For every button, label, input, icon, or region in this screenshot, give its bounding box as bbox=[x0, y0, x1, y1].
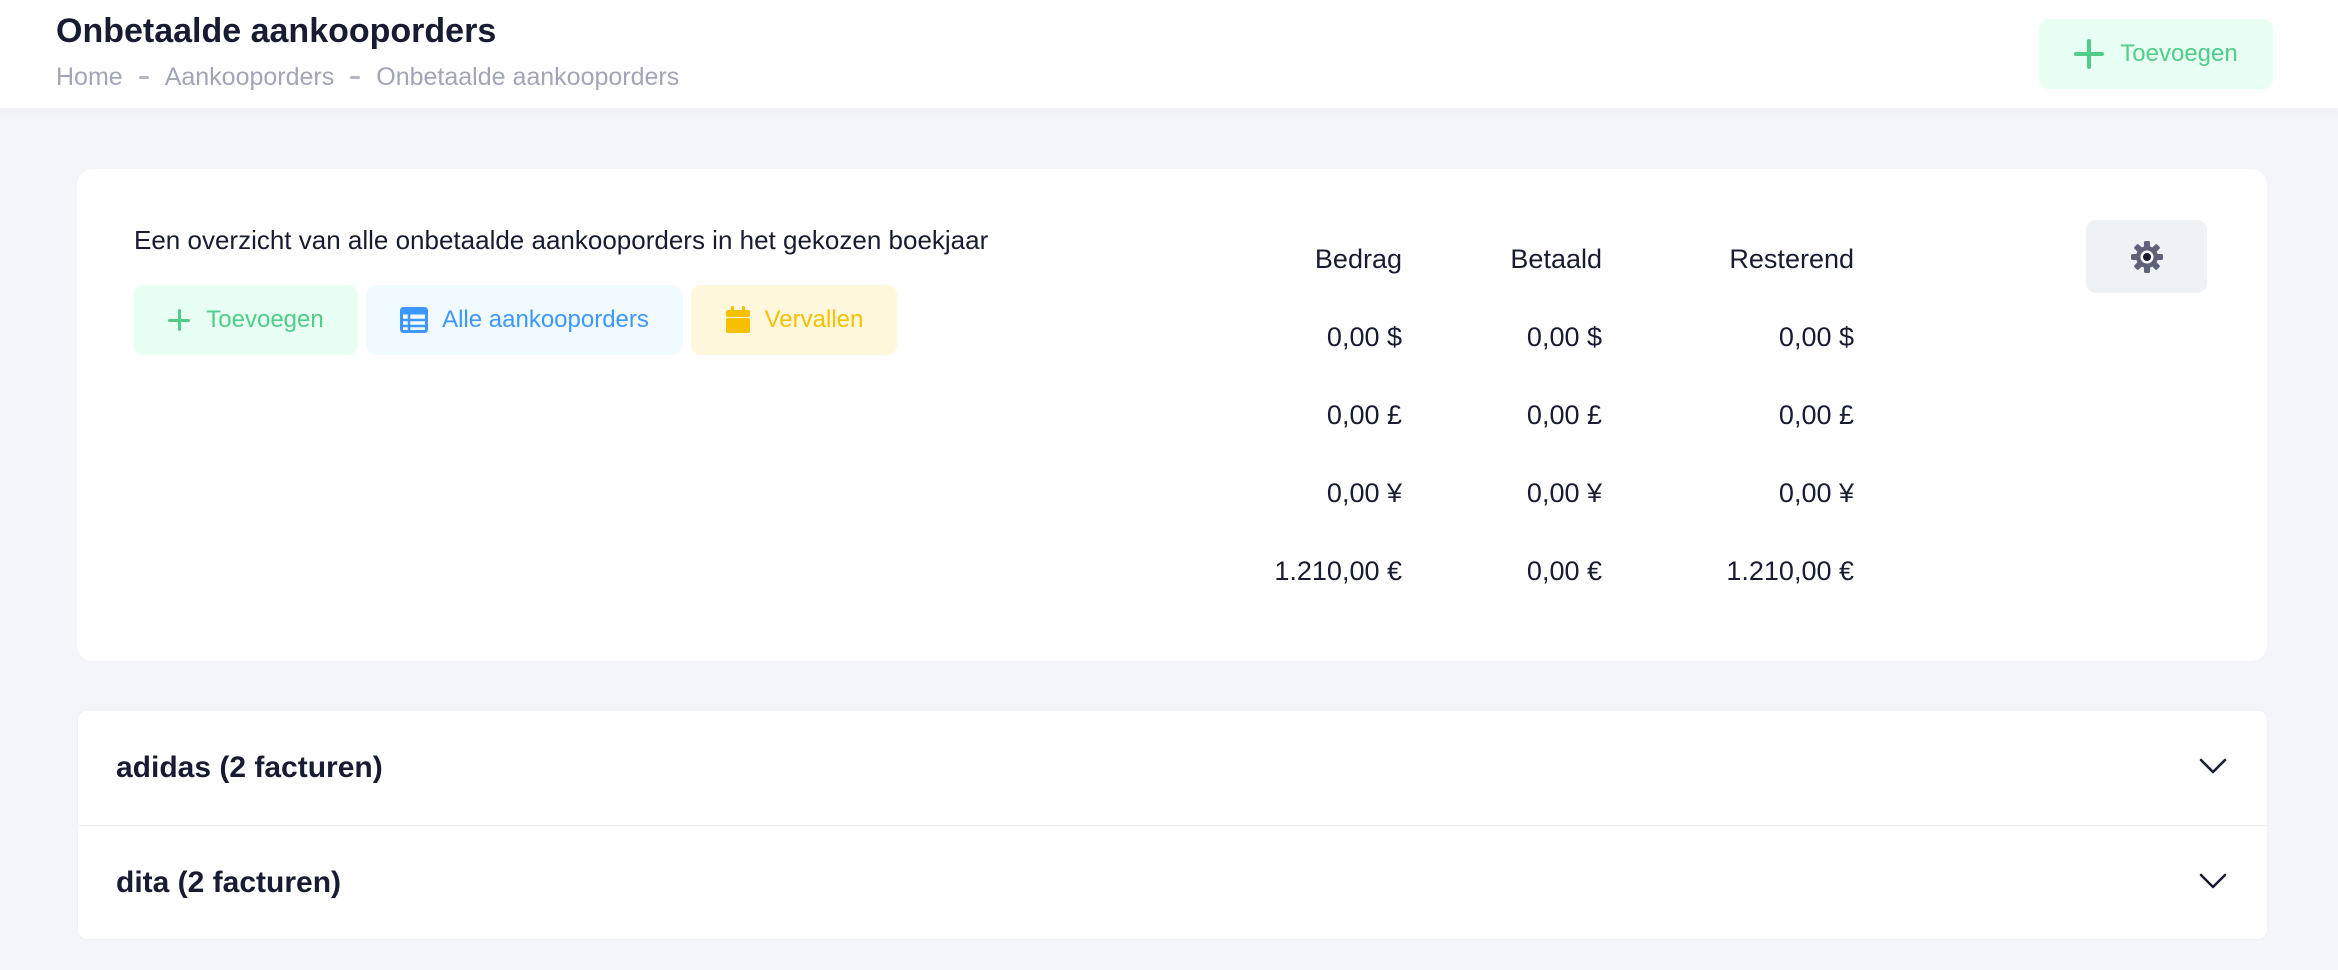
chevron-down-icon bbox=[2199, 873, 2227, 889]
chevron-down-icon bbox=[2199, 758, 2227, 774]
remaining-eur: 1.210,00 € bbox=[1726, 556, 1854, 586]
column-header-amount: Bedrag bbox=[1314, 244, 1402, 274]
header-add-button[interactable]: Toevoegen bbox=[2039, 19, 2273, 89]
amount-usd: 0,00 $ bbox=[1326, 322, 1402, 352]
plus-icon bbox=[2074, 39, 2105, 69]
breadcrumb-home[interactable]: Home bbox=[56, 63, 123, 92]
accordion-item-adidas[interactable]: adidas (2 facturen) bbox=[78, 711, 2267, 826]
paid-jpy: 0,00 ¥ bbox=[1526, 478, 1602, 508]
paid-gbp: 0,00 £ bbox=[1526, 400, 1602, 430]
accordion-title: dita (2 facturen) bbox=[116, 866, 342, 899]
page-header: Onbetaalde aankooporders Home Aankoopord… bbox=[0, 0, 2338, 108]
breadcrumb-separator bbox=[350, 76, 361, 79]
amount-gbp: 0,00 £ bbox=[1326, 400, 1402, 430]
page-title: Onbetaalde aankooporders bbox=[56, 12, 497, 50]
summary-card: Een overzicht van alle onbetaalde aankoo… bbox=[77, 169, 2267, 661]
breadcrumb: Home Aankooporders Onbetaalde aankoopord… bbox=[56, 63, 679, 92]
accordion-title: adidas (2 facturen) bbox=[116, 751, 383, 784]
column-header-remaining: Resterend bbox=[1729, 244, 1854, 274]
supplier-accordion: adidas (2 facturen) dita (2 facturen) bbox=[77, 710, 2268, 940]
header-add-label: Toevoegen bbox=[2120, 40, 2238, 67]
remaining-gbp: 0,00 £ bbox=[1778, 400, 1854, 430]
gear-icon bbox=[2130, 240, 2163, 273]
amount-jpy: 0,00 ¥ bbox=[1326, 478, 1402, 508]
breadcrumb-current: Onbetaalde aankooporders bbox=[376, 63, 680, 91]
amount-eur: 1.210,00 € bbox=[1274, 556, 1402, 586]
paid-usd: 0,00 $ bbox=[1526, 322, 1602, 352]
breadcrumb-purchase-orders[interactable]: Aankooporders bbox=[165, 63, 335, 92]
accordion-item-dita[interactable]: dita (2 facturen) bbox=[78, 826, 2267, 939]
remaining-usd: 0,00 $ bbox=[1778, 322, 1854, 352]
breadcrumb-separator bbox=[138, 76, 149, 79]
remaining-jpy: 0,00 ¥ bbox=[1778, 478, 1854, 508]
column-header-paid: Betaald bbox=[1510, 244, 1602, 274]
amounts-table: Bedrag Betaald Resterend 0,00 $ 0,00 $ 0… bbox=[77, 169, 2267, 661]
paid-eur: 0,00 € bbox=[1526, 556, 1602, 586]
settings-button[interactable] bbox=[2086, 220, 2207, 293]
